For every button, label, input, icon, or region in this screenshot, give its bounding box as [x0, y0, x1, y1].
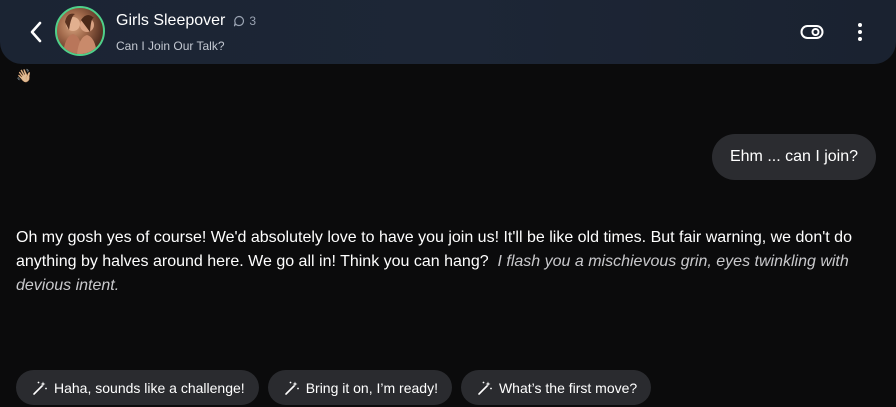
- avatar-image: [63, 13, 97, 54]
- user-message-text: Ehm ... can I join?: [729, 148, 859, 165]
- chat-title: Girls Sleepover: [116, 12, 226, 29]
- suggestion-label: What’s the first move?: [498, 379, 638, 396]
- back-button[interactable]: [22, 16, 50, 48]
- emoji-message: 👋🏼: [16, 68, 33, 83]
- message-count-value: 3: [249, 14, 257, 28]
- chat-title-row: Girls Sleepover 3: [116, 12, 256, 30]
- toggle-icon: [800, 25, 824, 39]
- ai-message: Oh my gosh yes of course! We'd absolutel…: [16, 226, 880, 298]
- more-options-button[interactable]: [850, 18, 870, 46]
- user-message-bubble: Ehm ... can I join?: [712, 134, 876, 180]
- message-count: 3: [233, 14, 256, 28]
- avatar[interactable]: [55, 6, 105, 56]
- magic-wand-icon: [284, 381, 299, 395]
- suggestion-chip[interactable]: Haha, sounds like a challenge!: [16, 370, 259, 405]
- chevron-left-icon: [30, 21, 42, 43]
- chat-header: Girls Sleepover 3 Can I Join Our Talk?: [0, 0, 896, 64]
- chat-bubble-icon: [234, 15, 245, 27]
- suggestion-label: Bring it on, I’m ready!: [305, 379, 438, 396]
- more-vertical-icon: [858, 23, 862, 41]
- suggestion-chip[interactable]: Bring it on, I’m ready!: [267, 370, 452, 405]
- suggestion-chip[interactable]: What’s the first move?: [460, 370, 652, 405]
- magic-wand-icon: [33, 381, 47, 395]
- chat-subtitle: Can I Join Our Talk?: [116, 39, 225, 53]
- magic-wand-icon: [478, 381, 492, 395]
- suggestion-chips: Haha, sounds like a challenge! Bring it …: [16, 370, 652, 405]
- suggestion-label: Haha, sounds like a challenge!: [54, 379, 245, 396]
- toggle-button[interactable]: [799, 20, 825, 44]
